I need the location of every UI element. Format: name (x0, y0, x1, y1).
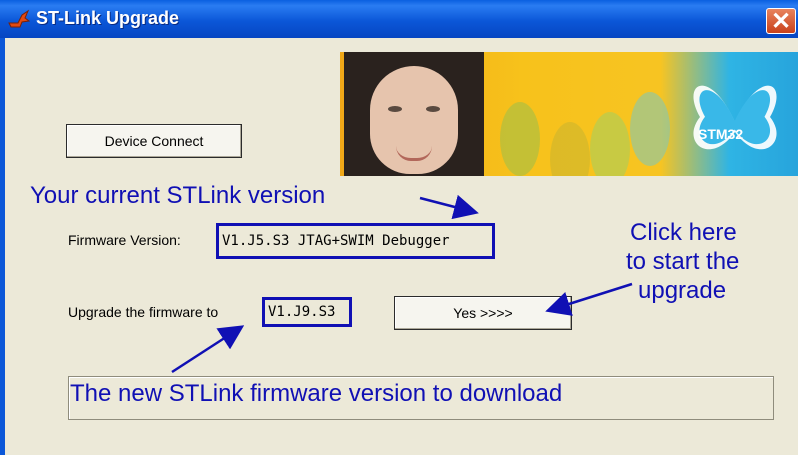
arrow-to-new-version (171, 325, 245, 374)
arrow-to-current-version (419, 194, 479, 220)
annotation-arrows (171, 194, 633, 374)
arrow-to-yes-button (545, 282, 633, 316)
